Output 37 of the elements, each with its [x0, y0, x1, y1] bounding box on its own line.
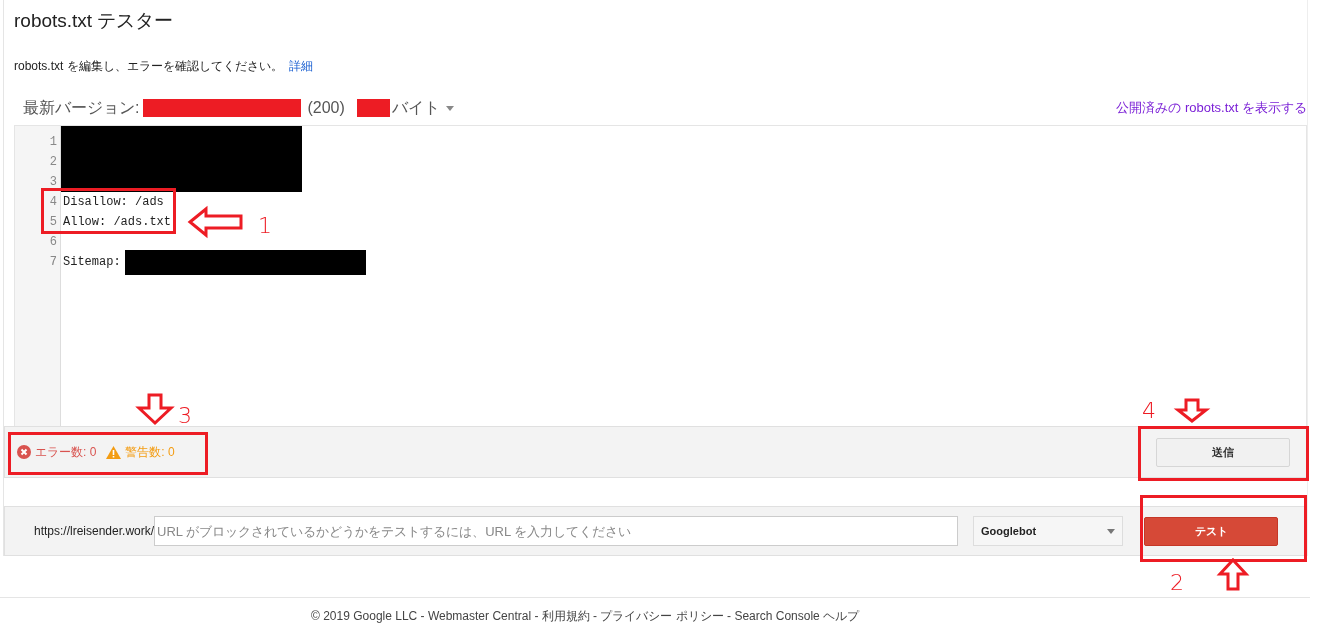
- error-icon: [17, 445, 31, 459]
- annotation-number: 2: [1170, 570, 1184, 595]
- code-line: Sitemap:: [63, 254, 121, 271]
- line-number: 4: [48, 194, 58, 211]
- annotation-number: 3: [178, 403, 192, 428]
- annotation-number: 4: [1142, 398, 1156, 423]
- line-number: 1: [48, 134, 58, 151]
- line-number: 5: [48, 214, 58, 231]
- submit-button[interactable]: 送信: [1156, 437, 1290, 467]
- intro-text: robots.txt を編集し、エラーを確認してください。: [14, 59, 283, 73]
- arrow-icon: [187, 205, 243, 239]
- arrow-icon: [1216, 557, 1250, 591]
- caret-icon[interactable]: [445, 105, 454, 111]
- warning-count: 警告数: 0: [125, 443, 175, 461]
- url-input-field[interactable]: URL がブロックされているかどうかをテストするには、URL を入力してください: [154, 516, 959, 546]
- status-code: (200): [307, 99, 345, 117]
- user-agent-dropdown[interactable]: Googlebot: [973, 516, 1124, 546]
- details-link[interactable]: 詳細: [288, 59, 313, 73]
- line-number: 6: [48, 234, 58, 251]
- test-button[interactable]: テスト: [1144, 516, 1279, 546]
- error-count: エラー数: 0: [35, 443, 97, 461]
- size-unit[interactable]: バイト: [391, 97, 440, 119]
- line-number: 2: [48, 154, 58, 171]
- line-number: 3: [48, 174, 58, 191]
- published-link[interactable]: 公開済みの robots.txt を表示する: [1116, 99, 1307, 117]
- footer-text: © 2019 Google LLC - Webmaster Central - 利用規約 - プライバシー ポリシー - Search Console ヘルプ: [311, 609, 860, 623]
- annotation-number: 1: [258, 213, 272, 238]
- version-label: 最新バージョン:: [23, 97, 140, 118]
- url-prefix: https://lreisender.work/: [34, 524, 155, 538]
- arrow-icon: [1173, 398, 1211, 423]
- redaction-block: [356, 99, 390, 117]
- line-number: 7: [48, 254, 58, 271]
- caret-icon: [1107, 528, 1116, 534]
- code-line: Disallow: /ads: [63, 194, 164, 211]
- code-line: Allow: /ads.txt: [63, 214, 172, 231]
- warning-icon: [106, 445, 122, 459]
- page-title: robots.txt テスター: [14, 9, 175, 33]
